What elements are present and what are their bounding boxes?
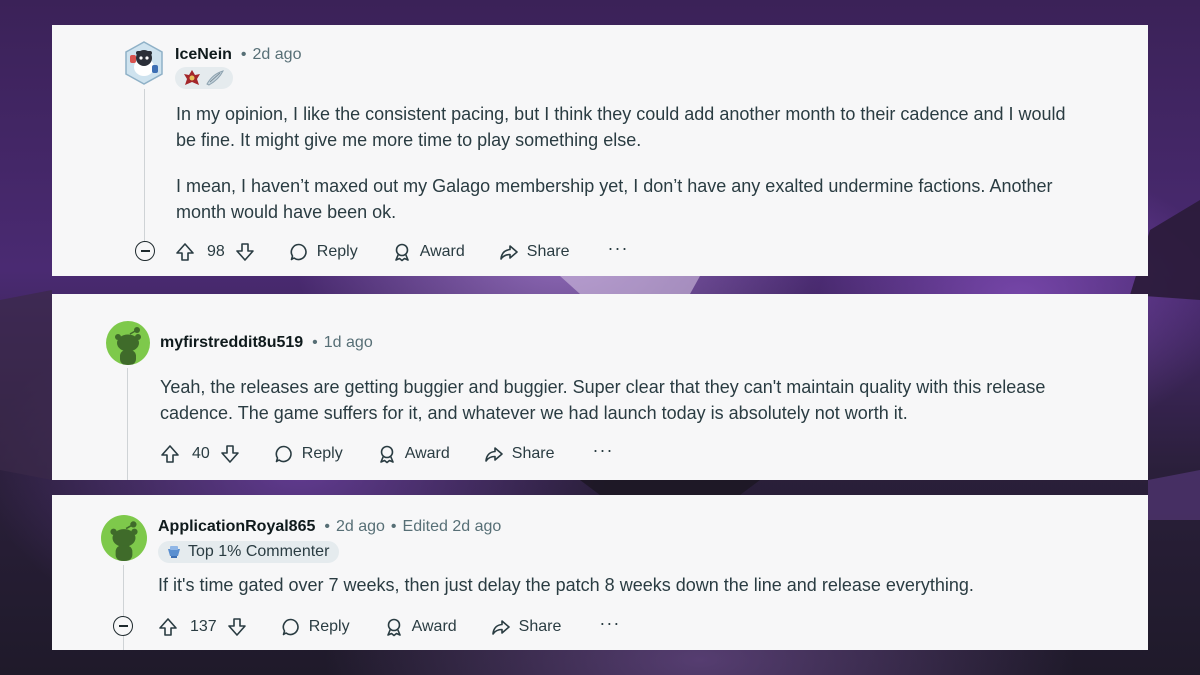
timestamp[interactable]: 1d ago (324, 334, 373, 352)
downvote-button[interactable] (235, 242, 255, 262)
snoo-avatar-icon (115, 327, 141, 365)
comment-actions: 40 Reply Award Share ··· (160, 441, 613, 465)
more-options-button[interactable]: ··· (592, 441, 613, 463)
vote-count: 137 (190, 618, 217, 635)
comment-paragraph: If it's time gated over 7 weeks, then ju… (158, 575, 974, 595)
downvote-arrow-icon (227, 618, 246, 636)
comment-paragraph: In my opinion, I like the consistent pac… (176, 104, 1066, 150)
comment-card-applicationroyal: ApplicationRoyal865 • 2d ago • Edited 2d… (52, 495, 1148, 650)
reply-label: Reply (308, 618, 350, 635)
top-commenter-flair: Top 1% Commenter (158, 541, 340, 563)
share-button[interactable]: Share (491, 617, 562, 637)
username[interactable]: IceNein (175, 46, 232, 64)
award-ribbon-icon (394, 243, 409, 262)
share-button[interactable]: Share (499, 242, 570, 262)
speech-bubble-icon (290, 243, 307, 261)
award-label: Award (404, 445, 450, 462)
comment-body: Yeah, the releases are getting buggier a… (160, 374, 1060, 426)
edited-timestamp: Edited 2d ago (402, 518, 502, 535)
upvote-arrow-icon (159, 618, 177, 636)
more-options-button[interactable]: ··· (599, 614, 620, 636)
separator-dot: • (390, 518, 397, 535)
speech-bubble-icon (275, 445, 292, 463)
upvote-button[interactable] (158, 617, 178, 637)
comment-header: ApplicationRoyal865 • 2d ago • Edited 2d… (158, 517, 501, 537)
more-options-button[interactable]: ··· (607, 239, 628, 261)
share-arrow-icon (484, 447, 503, 462)
separator-dot: • (312, 334, 318, 351)
downvote-button[interactable] (227, 617, 247, 637)
timestamp[interactable]: 2d ago (253, 46, 302, 64)
separator-dot: • (240, 46, 247, 63)
timestamp[interactable]: 2d ago (336, 518, 385, 536)
collapse-thread-button[interactable] (135, 241, 155, 261)
thread-line (123, 565, 124, 650)
share-arrow-icon (491, 620, 510, 635)
comment-header: IceNein • 2d ago (175, 45, 301, 65)
feather-emblem-icon (206, 70, 224, 86)
comment-paragraph: Yeah, the releases are getting buggier a… (160, 377, 1046, 423)
avatar-hex-icon (125, 41, 163, 85)
thread-line (127, 368, 128, 480)
comment-header: myfirstreddit8u519 • 1d ago (160, 333, 373, 353)
award-label: Award (419, 243, 465, 260)
downvote-button[interactable] (220, 444, 240, 464)
speech-bubble-icon (282, 618, 299, 636)
comment-body: If it's time gated over 7 weeks, then ju… (158, 572, 1118, 598)
award-button[interactable]: Award (392, 242, 465, 262)
comment-card-icenein: IceNein • 2d ago In my opinion, I like t… (52, 25, 1148, 276)
award-button[interactable]: Award (384, 617, 457, 637)
share-label: Share (511, 445, 555, 462)
username[interactable]: myfirstreddit8u519 (160, 334, 303, 352)
comment-actions: 98 Reply Award Share ··· (175, 239, 628, 263)
flair-label: Top 1% Commenter (188, 543, 330, 560)
username[interactable]: ApplicationRoyal865 (158, 518, 315, 536)
avatar[interactable] (124, 41, 164, 85)
user-flair-badges (175, 67, 233, 89)
avatar[interactable] (101, 515, 147, 561)
upvote-button[interactable] (175, 242, 195, 262)
comment-actions: 137 Reply Award Share ··· (158, 614, 620, 638)
vote-count: 40 (192, 445, 210, 462)
snoo-avatar-icon (110, 521, 138, 561)
award-ribbon-icon (379, 445, 394, 464)
comment-paragraph: I mean, I haven’t maxed out my Galago me… (176, 176, 1053, 222)
reply-label: Reply (301, 445, 343, 462)
share-label: Share (526, 243, 570, 260)
comment-body: In my opinion, I like the consistent pac… (176, 101, 1076, 225)
avatar[interactable] (106, 321, 150, 365)
horde-emblem-icon (184, 70, 200, 85)
downvote-arrow-icon (220, 445, 239, 463)
reply-label: Reply (316, 243, 358, 260)
reply-button[interactable]: Reply (289, 242, 358, 262)
vote-count: 98 (207, 243, 225, 260)
downvote-arrow-icon (235, 243, 254, 261)
collapse-thread-button[interactable] (113, 616, 133, 636)
upvote-button[interactable] (160, 444, 180, 464)
share-button[interactable]: Share (484, 444, 555, 464)
share-arrow-icon (499, 245, 518, 260)
award-ribbon-icon (386, 618, 401, 637)
reply-button[interactable]: Reply (274, 444, 343, 464)
award-label: Award (411, 618, 457, 635)
reply-button[interactable]: Reply (281, 617, 350, 637)
award-button[interactable]: Award (377, 444, 450, 464)
comment-card-myfirstreddit: myfirstreddit8u519 • 1d ago Yeah, the re… (52, 294, 1148, 480)
thread-line (144, 89, 145, 259)
trophy-flair-icon (166, 545, 182, 559)
upvote-arrow-icon (161, 445, 179, 463)
upvote-arrow-icon (176, 243, 194, 261)
separator-dot: • (324, 518, 330, 535)
share-label: Share (518, 618, 562, 635)
